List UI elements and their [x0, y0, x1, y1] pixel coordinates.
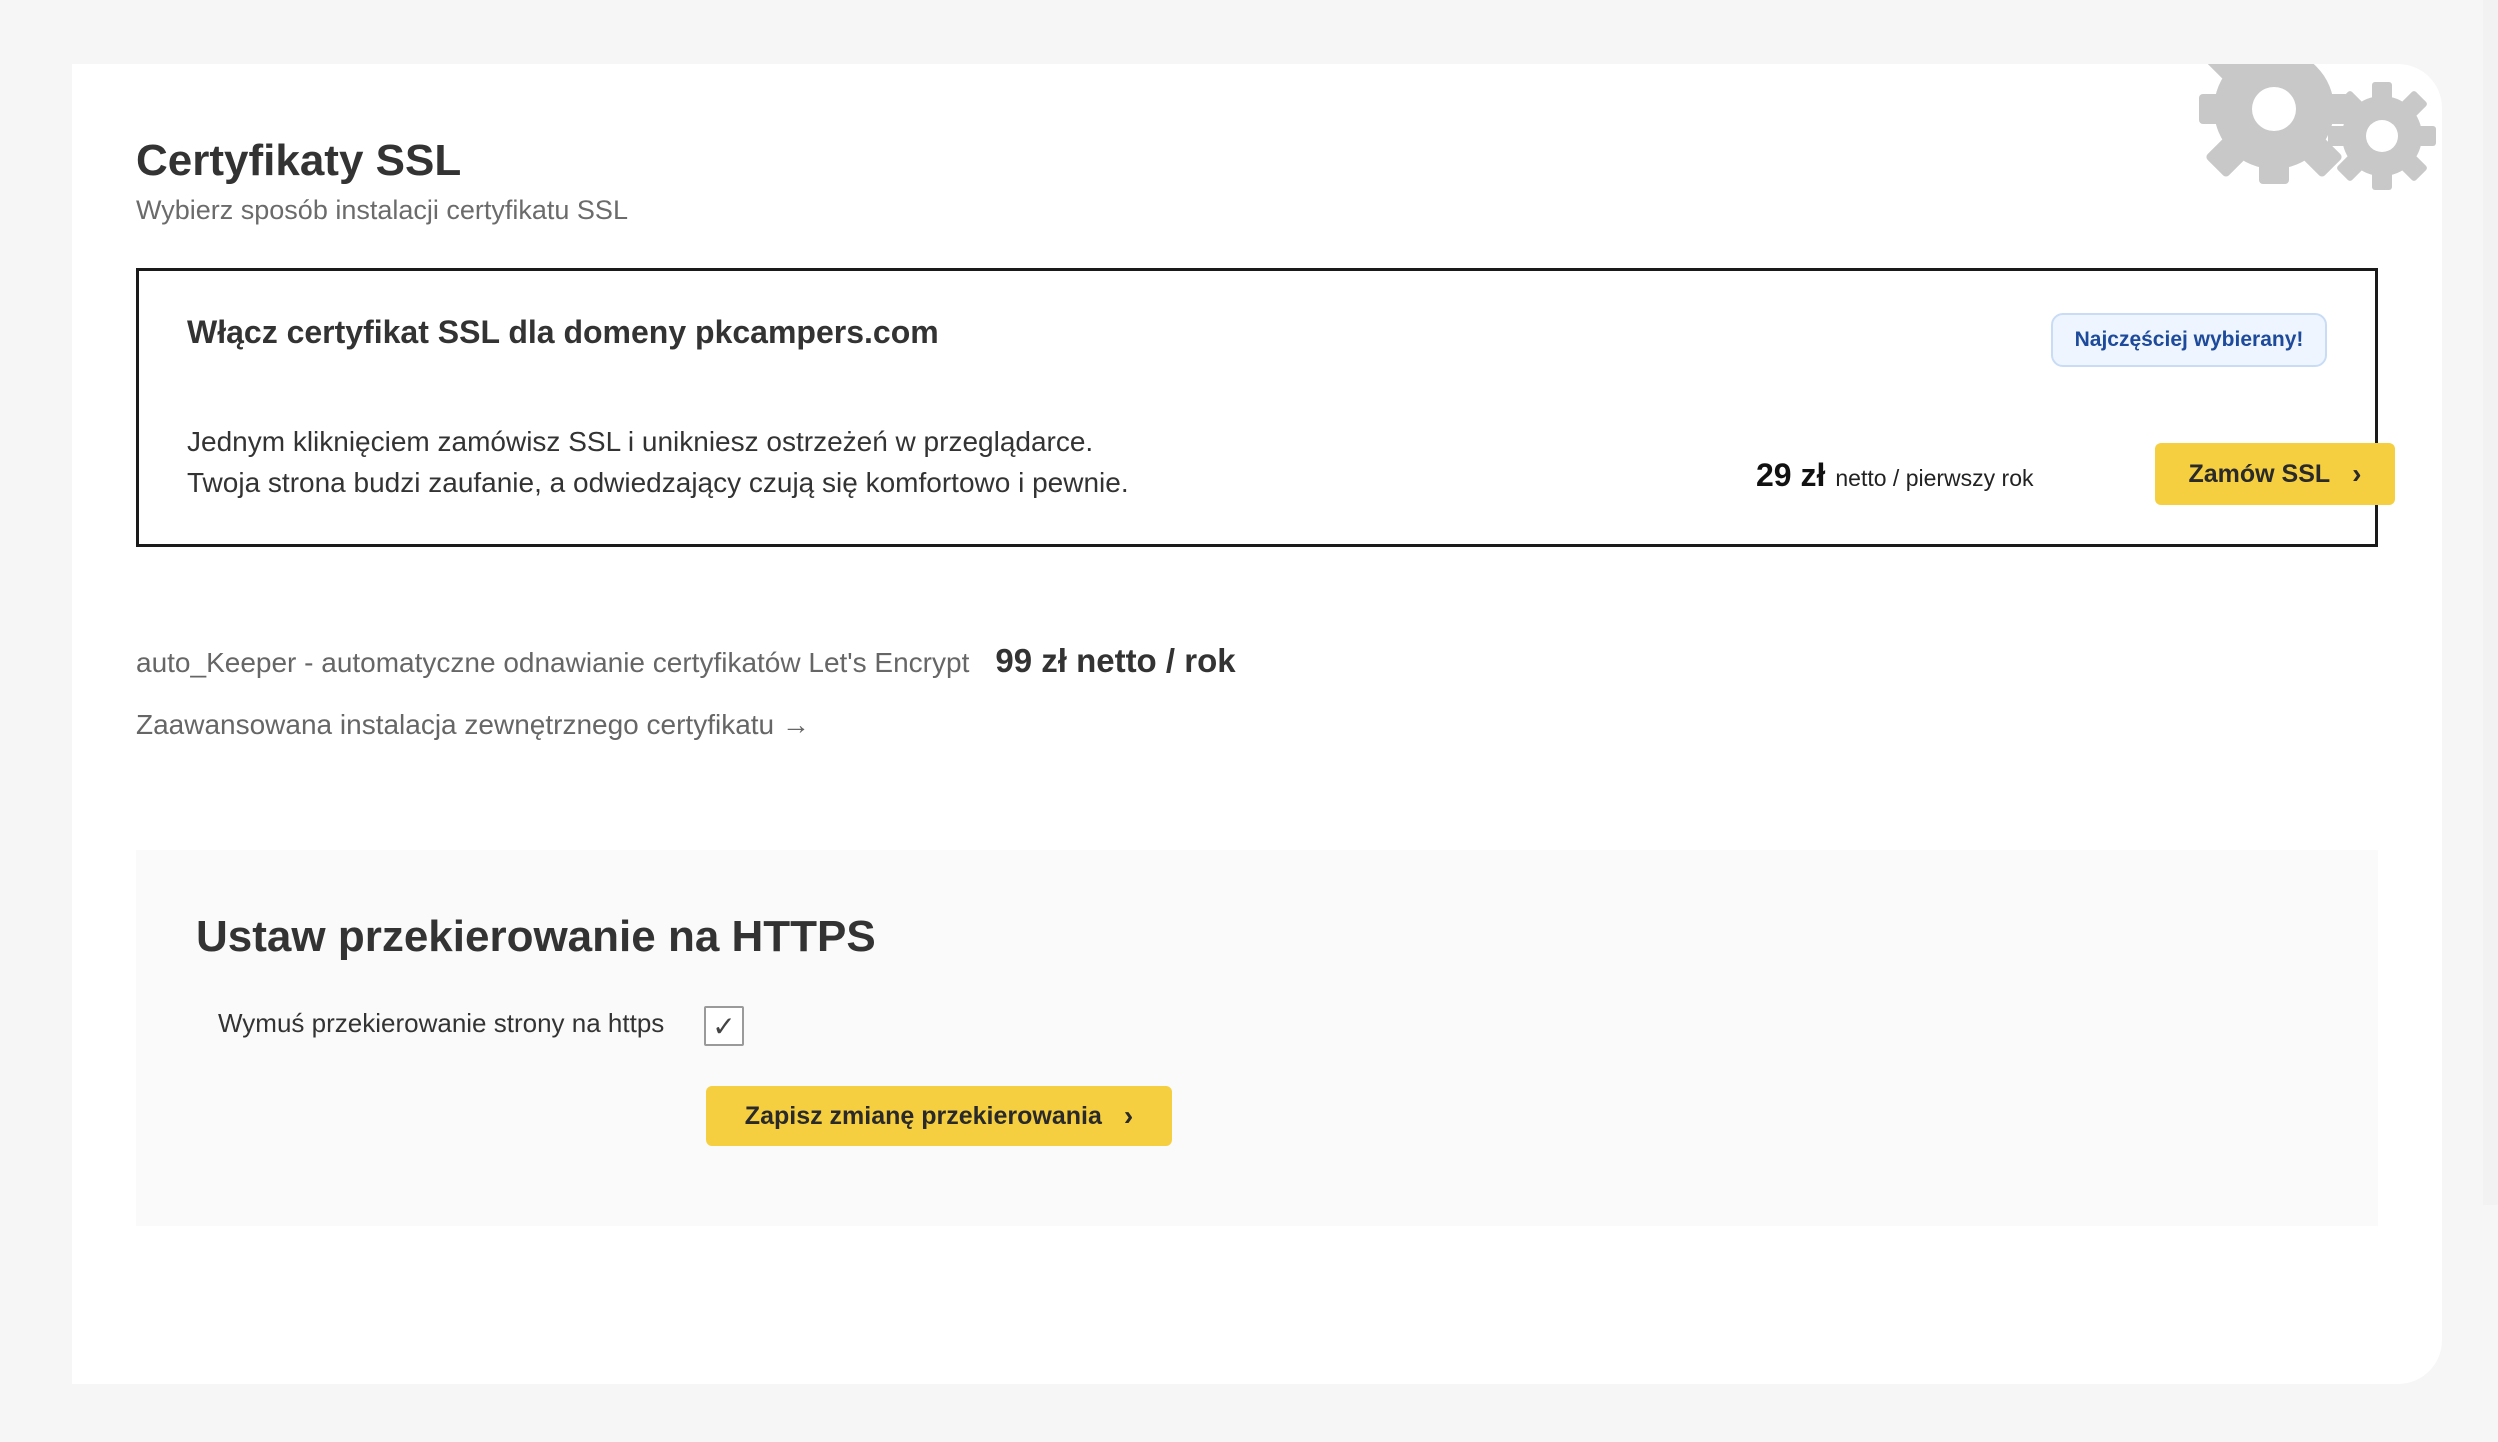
- save-redirect-button[interactable]: Zapisz zmianę przekierowania ›: [706, 1086, 1172, 1146]
- ssl-offer-card: Włącz certyfikat SSL dla domeny pkcamper…: [136, 268, 2395, 547]
- page-scrollbar[interactable]: [2483, 0, 2498, 1205]
- offer-description-line: Twoja strona budzi zaufanie, a odwiedzaj…: [187, 467, 1129, 498]
- https-redirect-section: Ustaw przekierowanie na HTTPS Wymuś prze…: [136, 850, 2378, 1226]
- https-section-title: Ustaw przekierowanie na HTTPS: [196, 912, 876, 961]
- order-ssl-button-label: Zamów SSL: [2188, 459, 2331, 488]
- chevron-right-icon: ›: [1123, 1100, 1134, 1131]
- autokeeper-label: auto_Keeper - automatyczne odnawianie ce…: [136, 647, 970, 678]
- offer-price: 29 zł netto / pierwszy rok: [1756, 457, 2034, 494]
- force-https-label: Wymuś przekierowanie strony na https: [218, 1008, 665, 1038]
- price-amount: 29 zł: [1756, 457, 1826, 493]
- force-https-checkbox[interactable]: ✓: [704, 1006, 744, 1046]
- ssl-panel: Certyfikaty SSL Wybierz sposób instalacj…: [72, 64, 2442, 1384]
- most-chosen-badge: Najczęściej wybierany!: [2051, 313, 2327, 367]
- offer-title: Włącz certyfikat SSL dla domeny pkcamper…: [187, 314, 939, 350]
- checkmark-icon: ✓: [712, 1010, 736, 1042]
- page-title: Certyfikaty SSL: [136, 136, 462, 185]
- advanced-installation-link[interactable]: Zaawansowana instalacja zewnętrznego cer…: [136, 709, 810, 741]
- price-unit: netto / pierwszy rok: [1835, 465, 2034, 491]
- save-redirect-button-label: Zapisz zmianę przekierowania: [744, 1101, 1102, 1130]
- gears-icon: [2199, 64, 2436, 190]
- offer-description: Jednym kliknięciem zamówisz SSL i unikni…: [187, 421, 1129, 503]
- autokeeper-price: 99 zł netto / rok: [995, 642, 1236, 679]
- order-ssl-button[interactable]: Zamów SSL ›: [2155, 443, 2395, 505]
- chevron-right-icon: ›: [2352, 458, 2362, 489]
- autokeeper-row: auto_Keeper - automatyczne odnawianie ce…: [136, 642, 1236, 680]
- offer-description-line: Jednym kliknięciem zamówisz SSL i unikni…: [187, 426, 1094, 457]
- page-subtitle: Wybierz sposób instalacji certyfikatu SS…: [136, 195, 628, 225]
